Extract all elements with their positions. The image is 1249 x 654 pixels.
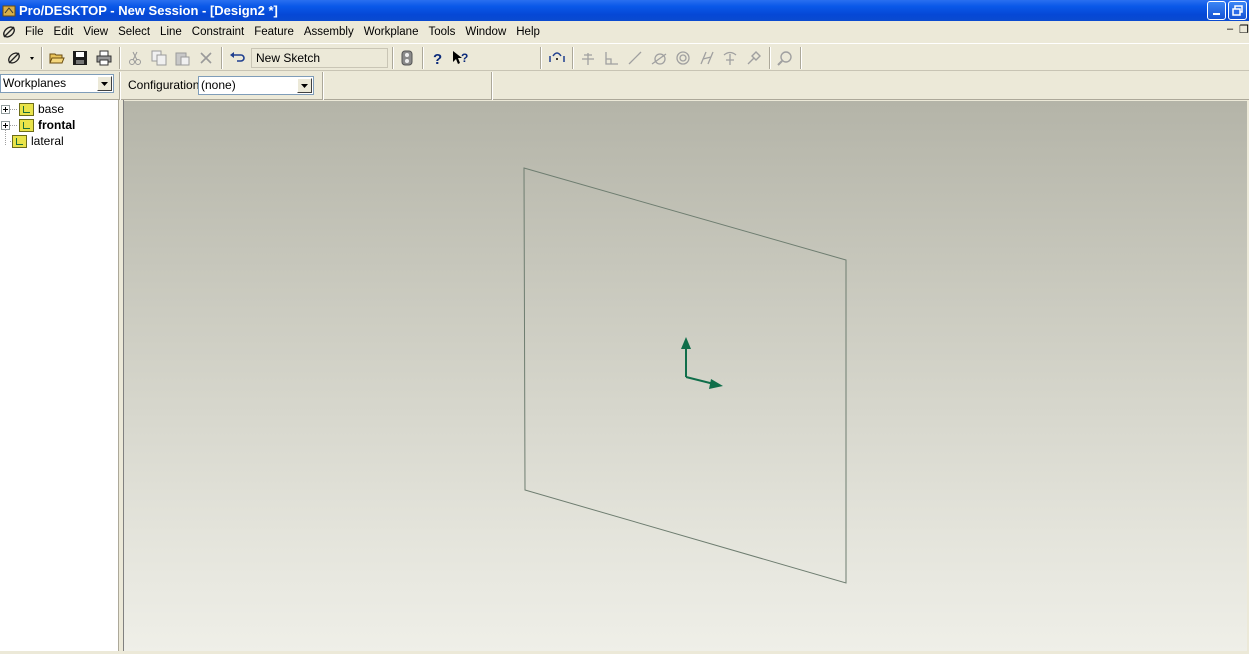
- app-icon: [2, 5, 16, 16]
- svg-text:?: ?: [461, 51, 468, 65]
- help-button[interactable]: ?: [427, 48, 447, 68]
- menu-line[interactable]: Line: [155, 22, 187, 42]
- design-viewport[interactable]: [124, 101, 1249, 651]
- menu-workplane[interactable]: Workplane: [359, 22, 424, 42]
- mdi-restore-button[interactable]: ❐: [1239, 23, 1249, 36]
- equal-icon: [700, 51, 714, 65]
- copy-icon: [151, 50, 167, 66]
- mdi-minimize-button[interactable]: –: [1227, 23, 1233, 36]
- restore-icon: [1232, 5, 1243, 16]
- workplane-icon: [19, 102, 34, 116]
- title-bar: Pro/DESKTOP - New Session - [Design2 *]: [0, 0, 1249, 21]
- parallel-button[interactable]: [625, 48, 645, 68]
- delete-icon: [200, 52, 212, 64]
- undo-icon: [230, 52, 245, 62]
- workplane-icon: [19, 118, 34, 132]
- save-button[interactable]: [70, 48, 90, 68]
- browser-button[interactable]: [4, 48, 36, 68]
- cut-icon: [129, 51, 141, 65]
- menu-feature[interactable]: Feature: [249, 22, 299, 42]
- mirror-icon: [723, 51, 737, 65]
- zoom-icon: [777, 51, 792, 66]
- configuration-selector[interactable]: (none): [198, 76, 314, 95]
- open-button[interactable]: [47, 48, 67, 68]
- concentric-icon: [676, 51, 690, 65]
- dropdown-arrow-icon[interactable]: [97, 76, 112, 91]
- undo-button[interactable]: [227, 48, 247, 68]
- configuration-value: (none): [201, 78, 236, 92]
- fix-icon: [747, 51, 761, 65]
- menu-help[interactable]: Help: [511, 22, 545, 42]
- tree-item-label: lateral: [31, 134, 64, 148]
- configuration-bar: Workplanes Configuration: (none): [0, 72, 1249, 100]
- concentric-button[interactable]: [673, 48, 693, 68]
- minimize-button[interactable]: [1207, 1, 1226, 20]
- paste-icon: [175, 52, 190, 66]
- browser-selector-value: Workplanes: [3, 76, 67, 90]
- help-icon: ?: [433, 51, 442, 66]
- menu-edit[interactable]: Edit: [49, 22, 79, 42]
- menu-bar: File Edit View Select Line Constraint Fe…: [0, 21, 1249, 42]
- workplane-tree: base frontal lateral: [0, 100, 119, 651]
- menu-tools[interactable]: Tools: [423, 22, 460, 42]
- viewport-canvas: [523, 167, 847, 584]
- menu-window[interactable]: Window: [460, 22, 511, 42]
- constraint-button[interactable]: [578, 48, 598, 68]
- mirror-button[interactable]: [720, 48, 740, 68]
- delete-button[interactable]: [196, 48, 216, 68]
- tangent-button[interactable]: [649, 48, 669, 68]
- browser-icon: [8, 52, 34, 64]
- equal-button[interactable]: [697, 48, 717, 68]
- zoom-button[interactable]: [775, 48, 795, 68]
- svg-text:?: ?: [433, 51, 442, 66]
- tree-item-label: base: [38, 102, 65, 116]
- print-icon: [96, 50, 112, 66]
- sketch-toggle-icon: [401, 50, 413, 66]
- app-logo-icon[interactable]: [1, 24, 17, 40]
- expand-icon[interactable]: [1, 104, 10, 114]
- tree-item-label: frontal: [38, 118, 76, 132]
- minimize-icon: [1212, 12, 1220, 15]
- workplane-icon: [12, 134, 27, 148]
- fix-button[interactable]: [744, 48, 764, 68]
- sketch-selector[interactable]: New Sketch: [251, 48, 388, 68]
- configuration-label: Configuration:: [128, 78, 203, 92]
- window-title: Pro/DESKTOP - New Session - [Design2 *]: [19, 3, 278, 18]
- tree-item-base[interactable]: base: [0, 101, 64, 117]
- axis-arrows-icon: [681, 337, 723, 389]
- line-tool-button[interactable]: [547, 48, 567, 68]
- line-tool-icon: [549, 52, 565, 62]
- sketch-toggle-button[interactable]: [397, 48, 417, 68]
- menu-file[interactable]: File: [20, 22, 49, 42]
- paste-button[interactable]: [172, 48, 192, 68]
- constraint-icon: [582, 53, 594, 65]
- browser-selector[interactable]: Workplanes: [0, 74, 114, 93]
- menu-assembly[interactable]: Assembly: [299, 22, 359, 42]
- copy-button[interactable]: [149, 48, 169, 68]
- cut-button[interactable]: [125, 48, 145, 68]
- parallel-icon: [628, 51, 642, 65]
- print-button[interactable]: [94, 48, 114, 68]
- save-icon: [73, 51, 87, 65]
- perpendicular-icon: [605, 52, 618, 65]
- perpendicular-button[interactable]: [601, 48, 621, 68]
- menu-constraint[interactable]: Constraint: [187, 22, 249, 42]
- menu-view[interactable]: View: [78, 22, 113, 42]
- whats-this-icon: ?: [453, 51, 468, 65]
- main-toolbar: New Sketch ? ?: [0, 43, 1249, 71]
- dropdown-arrow-icon[interactable]: [297, 78, 312, 93]
- whats-this-button[interactable]: ?: [451, 48, 471, 68]
- menu-select[interactable]: Select: [113, 22, 155, 42]
- open-icon: [49, 53, 65, 64]
- tangent-icon: [651, 53, 667, 65]
- restore-button[interactable]: [1228, 1, 1247, 20]
- tree-item-lateral[interactable]: lateral: [0, 129, 64, 149]
